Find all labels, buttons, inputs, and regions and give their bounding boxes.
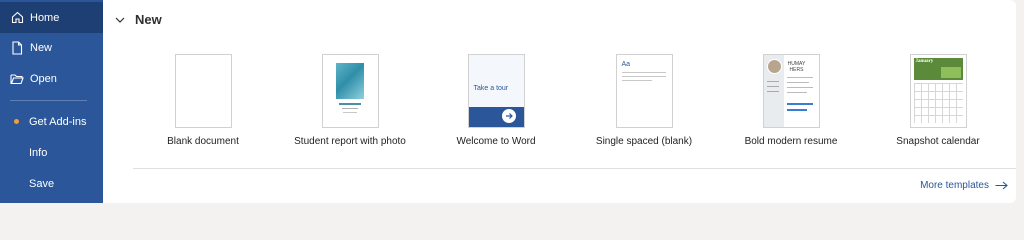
template-thumbnail: Take a tour bbox=[467, 54, 525, 128]
template-welcome-to-word[interactable]: Take a tour Welcome to Word bbox=[423, 54, 569, 147]
thumb-caption: Aa bbox=[621, 61, 631, 68]
sidebar-item-save[interactable]: Save bbox=[0, 168, 103, 199]
section-title: New bbox=[135, 12, 162, 27]
sidebar-item-info[interactable]: Info bbox=[0, 137, 103, 168]
sidebar-item-open[interactable]: Open bbox=[0, 63, 103, 94]
template-blank-document[interactable]: Blank document bbox=[130, 54, 276, 147]
template-single-spaced[interactable]: Aa Single spaced (blank) bbox=[571, 54, 717, 147]
template-snapshot-calendar[interactable]: January Snapshot calendar bbox=[865, 54, 1011, 147]
backstage-sidebar: Home New Open Get Add-ins Info Save bbox=[0, 0, 103, 203]
avatar bbox=[766, 59, 782, 74]
template-bold-modern-resume[interactable]: HUMAY HERS Bold modern resume bbox=[718, 54, 864, 147]
more-templates-link[interactable]: More templates bbox=[920, 180, 1008, 191]
sidebar-item-home[interactable]: Home bbox=[0, 2, 103, 33]
sidebar-item-label: Info bbox=[29, 146, 48, 159]
sidebar-item-label: Open bbox=[30, 72, 57, 85]
sidebar-divider bbox=[10, 100, 87, 101]
new-document-icon bbox=[10, 40, 24, 55]
template-label: Student report with photo bbox=[294, 136, 406, 147]
sidebar-item-label: Home bbox=[30, 11, 60, 24]
template-label: Welcome to Word bbox=[456, 136, 536, 147]
thumb-caption: January bbox=[915, 59, 934, 64]
thumb-caption: HUMAY HERS bbox=[787, 61, 806, 73]
template-thumbnail: HUMAY HERS bbox=[762, 54, 820, 128]
template-thumbnail: Aa bbox=[615, 54, 673, 128]
template-thumbnail bbox=[321, 54, 379, 128]
sidebar-item-label: Save bbox=[29, 177, 55, 190]
template-student-report[interactable]: Student report with photo bbox=[277, 54, 423, 147]
chevron-down-icon bbox=[115, 17, 125, 23]
template-label: Blank document bbox=[167, 136, 239, 147]
backstage-main: New Blank document Student report with p… bbox=[103, 0, 1016, 203]
notification-dot bbox=[14, 119, 19, 124]
arrow-right-icon bbox=[995, 181, 1008, 190]
home-icon bbox=[10, 11, 24, 25]
template-label: Bold modern resume bbox=[744, 136, 838, 147]
template-thumbnail bbox=[174, 54, 232, 128]
sidebar-item-label: Get Add-ins bbox=[29, 115, 87, 128]
more-templates-label: More templates bbox=[920, 180, 989, 191]
template-label: Single spaced (blank) bbox=[595, 136, 693, 147]
new-section-header[interactable]: New bbox=[115, 12, 162, 27]
sidebar-item-new[interactable]: New bbox=[0, 32, 103, 63]
open-folder-icon bbox=[10, 72, 24, 86]
template-label: Snapshot calendar bbox=[896, 136, 980, 147]
thumb-caption: Take a tour bbox=[473, 85, 509, 92]
section-divider bbox=[133, 168, 1016, 169]
sidebar-item-get-add-ins[interactable]: Get Add-ins bbox=[0, 106, 103, 137]
arrow-right-icon bbox=[501, 109, 516, 123]
sidebar-item-label: New bbox=[30, 41, 53, 54]
template-thumbnail: January bbox=[909, 54, 967, 128]
